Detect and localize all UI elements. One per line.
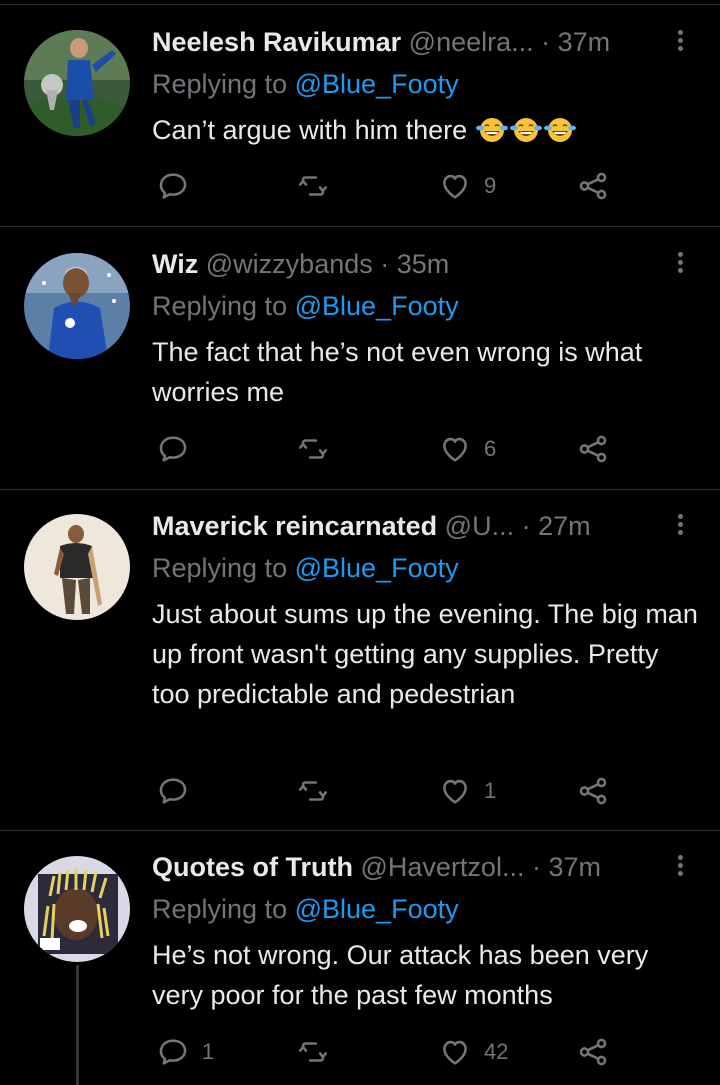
share-button[interactable] (576, 166, 610, 206)
like-count: 9 (484, 173, 497, 198)
retweet-icon (298, 1042, 328, 1062)
tweet-text-content: Can’t argue with him there (152, 115, 468, 145)
replying-to-label: Replying to (152, 553, 288, 583)
like-button[interactable]: 1 (438, 771, 496, 811)
replying-to: Replying to @Blue_Footy (152, 64, 459, 104)
replying-to: Replying to @Blue_Footy (152, 548, 459, 588)
like-count: 1 (484, 778, 497, 803)
display-name[interactable]: Neelesh Ravikumar (152, 27, 401, 57)
action-bar: 1 42 (152, 1032, 632, 1072)
reply-button[interactable]: 1 (156, 1032, 214, 1072)
tweet-header: Quotes of Truth @Havertzol... · 37m (152, 847, 660, 887)
tweet-card[interactable]: Quotes of Truth @Havertzol... · 37m Repl… (0, 831, 720, 1085)
separator-dot: · (521, 511, 539, 541)
heart-icon (443, 174, 467, 199)
retweet-button[interactable] (296, 771, 342, 811)
mention-link[interactable]: @Blue_Footy (295, 69, 459, 99)
share-icon (579, 172, 607, 200)
replying-to-label: Replying to (152, 291, 288, 321)
reply-count: 1 (202, 1039, 215, 1064)
reply-button[interactable] (156, 771, 202, 811)
tweet-card[interactable]: Maverick reincarnated @U... · 27m Replyi… (0, 490, 720, 830)
heart-icon (443, 1040, 467, 1065)
like-button[interactable]: 6 (438, 429, 496, 469)
share-icon (579, 1038, 607, 1066)
separator-dot: · (380, 249, 397, 279)
share-button[interactable] (576, 771, 610, 811)
retweet-button[interactable] (296, 429, 342, 469)
tweet-text: He’s not wrong. Our attack has been very… (152, 940, 649, 1010)
share-icon (579, 777, 607, 805)
tweet-text: Just about sums up the evening. The big … (152, 599, 698, 709)
replying-to: Replying to @Blue_Footy (152, 286, 459, 326)
share-button[interactable] (576, 429, 610, 469)
tweet-card[interactable]: Wiz @wizzybands · 35m Replying to @Blue_… (0, 227, 720, 489)
laughing-emoji-icon (475, 118, 508, 142)
replying-to: Replying to @Blue_Footy (152, 889, 459, 929)
timestamp[interactable]: 27m (538, 511, 591, 541)
more-options-icon[interactable] (670, 511, 690, 541)
like-count: 6 (484, 436, 497, 461)
reply-icon (159, 436, 187, 462)
retweet-button[interactable] (296, 166, 342, 206)
replying-to-label: Replying to (152, 894, 288, 924)
avatar[interactable] (24, 856, 130, 962)
separator-dot: · (531, 852, 549, 882)
replying-to-label: Replying to (152, 69, 288, 99)
share-icon (579, 435, 607, 463)
timestamp[interactable]: 35m (397, 249, 450, 279)
timestamp[interactable]: 37m (558, 27, 611, 57)
laughing-emoji-icon (543, 118, 576, 142)
reply-icon (159, 173, 187, 199)
reply-icon (159, 1039, 187, 1065)
reply-icon (159, 778, 187, 804)
tweet-header: Maverick reincarnated @U... · 27m (152, 506, 660, 546)
more-options-icon[interactable] (670, 27, 690, 57)
like-count: 42 (484, 1039, 509, 1064)
tweet-text: The fact that he’s not even wrong is wha… (152, 337, 643, 407)
retweet-icon (298, 439, 328, 459)
mention-link[interactable]: @Blue_Footy (295, 291, 459, 321)
mention-link[interactable]: @Blue_Footy (295, 553, 459, 583)
retweet-button[interactable] (296, 1032, 342, 1072)
thread-line (76, 965, 79, 1085)
reply-button[interactable] (156, 166, 202, 206)
heart-icon (443, 779, 467, 804)
user-handle[interactable]: @neelra... (409, 27, 534, 57)
more-options-icon[interactable] (670, 852, 690, 882)
timestamp[interactable]: 37m (548, 852, 601, 882)
retweet-icon (298, 176, 328, 196)
retweet-icon (298, 781, 328, 801)
avatar[interactable] (24, 514, 130, 620)
action-bar: 1 (152, 771, 632, 811)
tweet-card[interactable]: Neelesh Ravikumar @neelra... · 37m Reply… (0, 0, 720, 226)
mention-link[interactable]: @Blue_Footy (295, 894, 459, 924)
like-button[interactable]: 42 (438, 1032, 508, 1072)
laughing-emoji-icon (475, 115, 577, 145)
action-bar: 6 (152, 429, 632, 469)
user-handle[interactable]: @wizzybands (206, 249, 373, 279)
laughing-emoji-icon (509, 118, 542, 142)
heart-icon (443, 437, 467, 462)
action-bar: 9 (152, 166, 632, 206)
tweet-header: Neelesh Ravikumar @neelra... · 37m (152, 22, 660, 62)
more-options-icon[interactable] (670, 249, 690, 279)
display-name[interactable]: Quotes of Truth (152, 852, 353, 882)
display-name[interactable]: Wiz (152, 249, 198, 279)
share-button[interactable] (576, 1032, 610, 1072)
avatar[interactable] (24, 253, 130, 359)
tweet-text: Can’t argue with him there (152, 110, 700, 150)
user-handle[interactable]: @Havertzol... (361, 852, 525, 882)
separator-dot: · (541, 27, 558, 57)
user-handle[interactable]: @U... (445, 511, 514, 541)
reply-button[interactable] (156, 429, 202, 469)
display-name[interactable]: Maverick reincarnated (152, 511, 437, 541)
tweet-header: Wiz @wizzybands · 35m (152, 244, 660, 284)
avatar[interactable] (24, 30, 130, 136)
like-button[interactable]: 9 (438, 166, 496, 206)
